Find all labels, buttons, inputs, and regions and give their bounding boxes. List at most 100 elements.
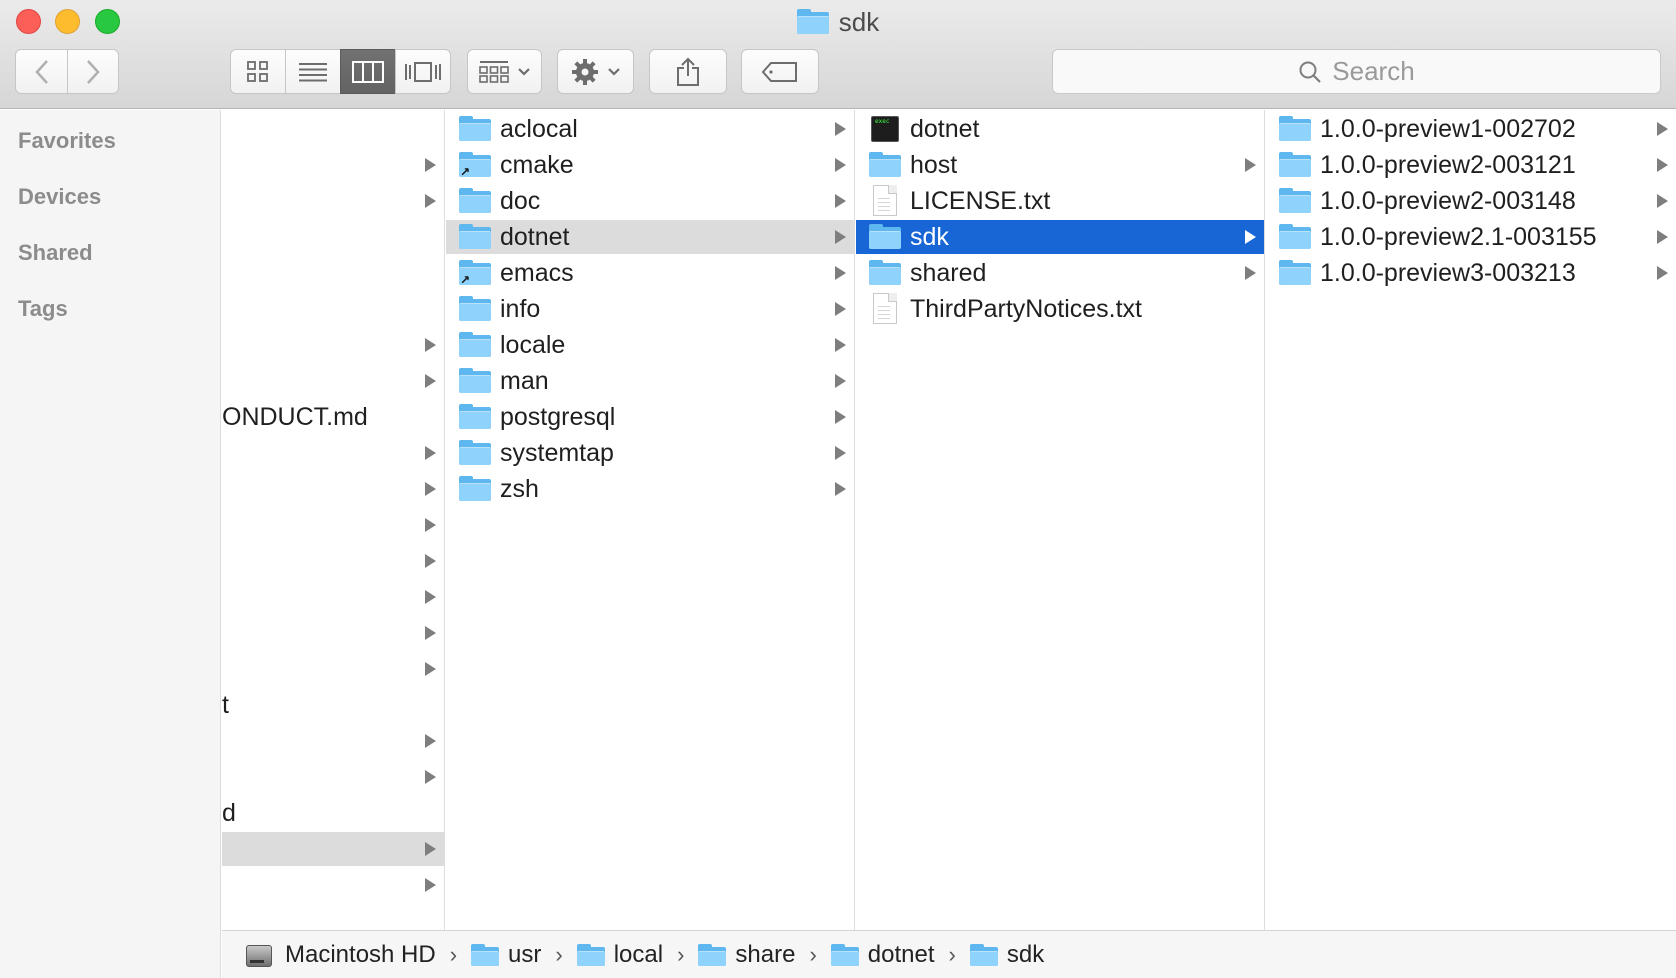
sidebar-heading-shared[interactable]: Shared: [18, 240, 93, 266]
disclosure-arrow-icon: [425, 590, 436, 604]
arrange-menu-button[interactable]: [467, 49, 542, 94]
list-item[interactable]: ONDUCT.md: [222, 400, 444, 434]
folder-row-man[interactable]: man: [446, 364, 854, 398]
list-icon: [299, 62, 327, 81]
column-view-button[interactable]: [340, 49, 396, 94]
disclosure-arrow-icon: [835, 194, 846, 208]
path-crumb-share[interactable]: share: [698, 941, 795, 969]
path-crumb-label: usr: [508, 940, 542, 968]
path-bar: Macintosh HD › usr › local › share › dot…: [222, 930, 1676, 978]
hard-drive-icon: [246, 943, 272, 967]
folder-row-sdk-selected[interactable]: sdk: [856, 220, 1264, 254]
folder-icon: [459, 188, 491, 214]
list-item[interactable]: [222, 760, 444, 794]
back-button[interactable]: [15, 49, 68, 94]
edit-tags-button[interactable]: [741, 49, 819, 94]
list-item[interactable]: [222, 724, 444, 758]
disclosure-arrow-icon: [425, 338, 436, 352]
list-item-label: ThirdPartyNotices.txt: [910, 295, 1143, 323]
sidebar-heading-favorites[interactable]: Favorites: [18, 128, 116, 154]
file-row-thirdpartynotices[interactable]: ThirdPartyNotices.txt: [856, 292, 1264, 326]
path-crumb-macintosh-hd[interactable]: Macintosh HD: [246, 941, 436, 969]
list-item[interactable]: [222, 436, 444, 470]
disclosure-arrow-icon: [835, 446, 846, 460]
folder-row-zsh[interactable]: zsh: [446, 472, 854, 506]
list-item[interactable]: [222, 544, 444, 578]
folder-icon: [1279, 188, 1311, 214]
folder-icon: [869, 152, 901, 178]
path-crumb-local[interactable]: local: [576, 940, 664, 969]
list-item[interactable]: [222, 616, 444, 650]
text-document-icon: [873, 185, 897, 216]
disclosure-arrow-icon: [835, 302, 846, 316]
list-item[interactable]: [222, 508, 444, 542]
folder-icon: [459, 404, 491, 430]
disclosure-arrow-icon: [1245, 230, 1256, 244]
folder-icon: [796, 9, 829, 35]
path-crumb-label: local: [613, 940, 664, 968]
folder-row-locale[interactable]: locale: [446, 328, 854, 362]
folder-row-cmake[interactable]: ↗ cmake: [446, 148, 854, 182]
share-button[interactable]: [649, 49, 727, 94]
list-item-label: 1.0.0-preview2.1-003155: [1320, 223, 1597, 251]
list-item[interactable]: [222, 184, 444, 218]
folder-icon: [1279, 224, 1311, 250]
disclosure-arrow-icon: [835, 410, 846, 424]
tag-icon: [761, 61, 797, 82]
folder-row-sdk-version[interactable]: 1.0.0-preview2.1-003155: [1266, 220, 1676, 254]
list-view-button[interactable]: [285, 49, 341, 94]
folder-icon: [969, 943, 998, 966]
path-crumb-label: Macintosh HD: [285, 940, 436, 968]
list-item[interactable]: [222, 364, 444, 398]
list-item[interactable]: [222, 328, 444, 362]
folder-row-dotnet[interactable]: dotnet: [446, 220, 854, 254]
list-item-label: systemtap: [500, 439, 614, 467]
search-field[interactable]: Search: [1052, 49, 1661, 94]
disclosure-arrow-icon: [1245, 158, 1256, 172]
action-menu-button[interactable]: [557, 49, 634, 94]
folder-row-host[interactable]: host: [856, 148, 1264, 182]
list-item[interactable]: d: [222, 796, 444, 830]
folder-row-emacs[interactable]: ↗ emacs: [446, 256, 854, 290]
path-crumb-label: share: [735, 940, 796, 968]
file-row-dotnet[interactable]: exec dotnet: [856, 112, 1264, 146]
folder-icon: [459, 368, 491, 394]
folder-row-shared[interactable]: shared: [856, 256, 1264, 290]
list-item[interactable]: [222, 148, 444, 182]
file-row-license[interactable]: LICENSE.txt: [856, 184, 1264, 218]
browser-column-4[interactable]: 1.0.0-preview1-002702 1.0.0-preview2-003…: [1266, 110, 1676, 930]
icon-view-button[interactable]: [230, 49, 286, 94]
window-toolbar: sdk Search: [0, 0, 1676, 109]
forward-button[interactable]: [67, 49, 119, 94]
list-item[interactable]: [222, 652, 444, 686]
folder-row-systemtap[interactable]: systemtap: [446, 436, 854, 470]
list-item[interactable]: [222, 472, 444, 506]
folder-row-sdk-version[interactable]: 1.0.0-preview2-003121: [1266, 148, 1676, 182]
disclosure-arrow-icon: [425, 194, 436, 208]
folder-row-postgresql[interactable]: postgresql: [446, 400, 854, 434]
path-crumb-sdk[interactable]: sdk: [969, 941, 1044, 969]
browser-column-2[interactable]: aclocal ↗ cmake doc dotnet ↗ emacs info …: [446, 110, 855, 930]
sidebar-heading-tags[interactable]: Tags: [18, 296, 68, 322]
list-item-path-selected[interactable]: [222, 832, 444, 866]
list-item-label: cmake: [500, 151, 574, 179]
disclosure-arrow-icon: [1245, 266, 1256, 280]
path-separator: ›: [948, 941, 956, 967]
gallery-view-button[interactable]: [395, 49, 451, 94]
list-item-label: 1.0.0-preview1-002702: [1320, 115, 1576, 143]
folder-row-info[interactable]: info: [446, 292, 854, 326]
sidebar-heading-devices[interactable]: Devices: [18, 184, 101, 210]
chevron-right-icon: [87, 59, 100, 84]
list-item[interactable]: [222, 580, 444, 614]
path-crumb-usr[interactable]: usr: [471, 941, 541, 969]
folder-row-sdk-version[interactable]: 1.0.0-preview2-003148: [1266, 184, 1676, 218]
list-item[interactable]: t: [222, 688, 444, 722]
list-item[interactable]: [222, 868, 444, 902]
path-crumb-dotnet[interactable]: dotnet: [830, 941, 935, 969]
browser-column-3[interactable]: exec dotnet host LICENSE.txt sdk shared …: [856, 110, 1265, 930]
folder-row-aclocal[interactable]: aclocal: [446, 112, 854, 146]
browser-column-1[interactable]: ONDUCT.md t d: [222, 110, 445, 930]
folder-row-doc[interactable]: doc: [446, 184, 854, 218]
folder-row-sdk-version[interactable]: 1.0.0-preview3-003213: [1266, 256, 1676, 290]
folder-row-sdk-version[interactable]: 1.0.0-preview1-002702: [1266, 112, 1676, 146]
